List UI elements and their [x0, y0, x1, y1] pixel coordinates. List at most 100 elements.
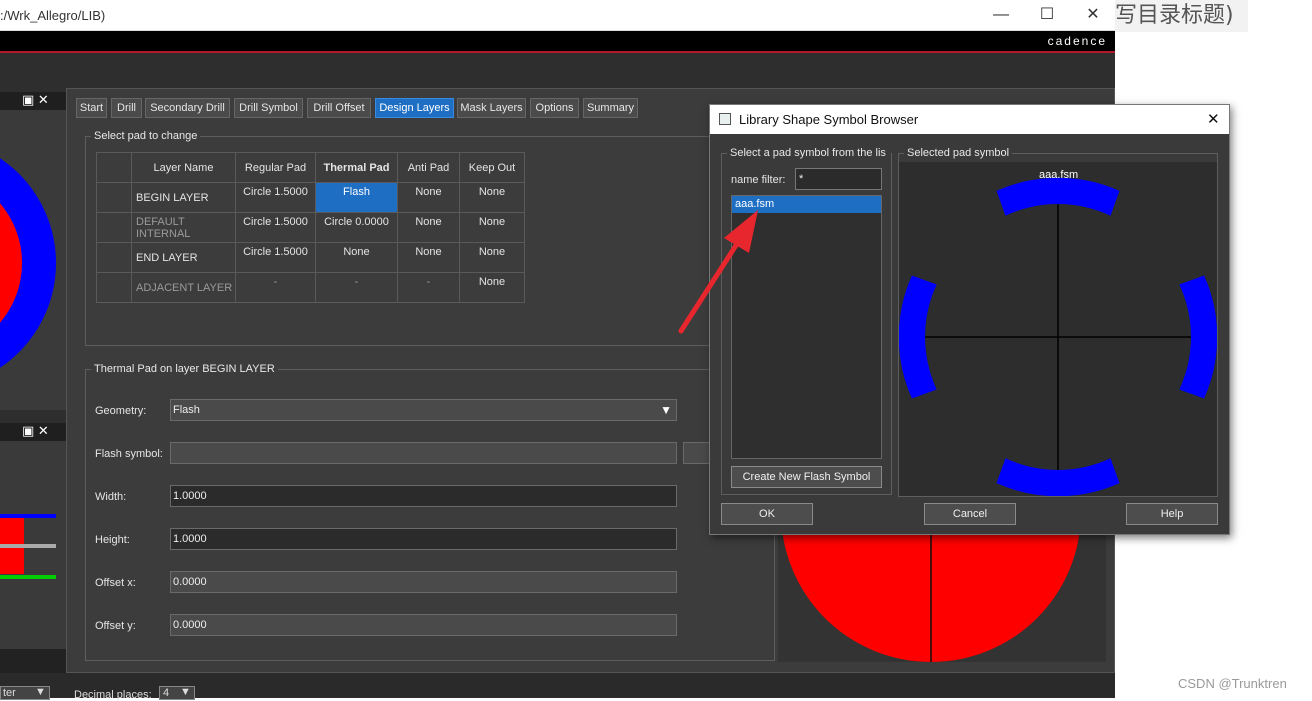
create-new-flash-symbol-button[interactable]: Create New Flash Symbol: [731, 466, 882, 488]
pad-preview-left-svg: [0, 158, 56, 368]
panel-1-buttons[interactable]: ▣ ✕: [22, 92, 49, 108]
cancel-button[interactable]: Cancel: [924, 503, 1016, 525]
name-filter-label: name filter:: [731, 174, 786, 186]
name-filter-input[interactable]: *: [795, 168, 882, 190]
layer-name-cell[interactable]: END LAYER: [131, 242, 236, 273]
table-row[interactable]: END LAYER Circle 1.5000 None None None: [96, 242, 525, 273]
decimal-places-value: 4: [163, 687, 170, 699]
height-label: Height:: [95, 534, 130, 546]
width-input[interactable]: 1.0000: [170, 485, 677, 507]
thermal-pad-cell[interactable]: Circle 0.0000: [315, 212, 398, 243]
thermal-pad-group-title: Thermal Pad on layer BEGIN LAYER: [91, 363, 278, 375]
regular-pad-cell[interactable]: Circle 1.5000: [235, 182, 316, 213]
minimize-button[interactable]: —: [978, 4, 1024, 26]
row-header[interactable]: [96, 212, 132, 243]
annotation-arrow: [678, 210, 758, 334]
keep-out-cell[interactable]: None: [459, 242, 525, 273]
chevron-down-icon: ▼: [660, 403, 672, 417]
flash-symbol-svg: [898, 177, 1218, 497]
column-header: Keep Out: [459, 152, 525, 183]
tab-start[interactable]: Start: [76, 98, 107, 118]
layer-name-cell[interactable]: ADJACENT LAYER: [131, 272, 236, 303]
layer-bar-gray: [0, 544, 56, 548]
units-select-value: ter: [3, 687, 16, 699]
symbol-preview-name: aaa.fsm: [1039, 169, 1079, 181]
geometry-value: Flash: [173, 404, 200, 416]
left-panel-1-canvas: [0, 110, 66, 410]
layer-bar-green: [0, 575, 56, 579]
library-browser-title: Library Shape Symbol Browser: [739, 112, 919, 127]
select-pad-group-title: Select pad to change: [91, 130, 201, 142]
anti-pad-cell[interactable]: None: [397, 182, 460, 213]
table-row[interactable]: DEFAULT INTERNAL Circle 1.5000 Circle 0.…: [96, 212, 525, 243]
watermark: CSDN @Trunktren: [1178, 676, 1287, 691]
help-button[interactable]: Help: [1126, 503, 1218, 525]
cadence-logo: cadence: [1047, 34, 1107, 48]
row-header[interactable]: [96, 272, 132, 303]
cadence-brand-bar: cadence: [0, 31, 1115, 53]
table-header-row: Layer Name Regular Pad Thermal Pad Anti …: [96, 152, 525, 183]
offset-x-input[interactable]: 0.0000: [170, 571, 677, 593]
thermal-pad-cell[interactable]: None: [315, 242, 398, 273]
close-button[interactable]: ✕: [1070, 4, 1116, 26]
height-input[interactable]: 1.0000: [170, 528, 677, 550]
tab-summary[interactable]: Summary: [583, 98, 638, 118]
tab-secondary-drill[interactable]: Secondary Drill: [145, 98, 230, 118]
column-header: Thermal Pad: [315, 152, 398, 183]
arrow-head: [724, 210, 758, 253]
decimal-places-label: Decimal places:: [74, 689, 152, 701]
selected-symbol-group-title: Selected pad symbol: [904, 147, 1013, 159]
column-header: Layer Name: [131, 152, 236, 183]
regular-pad-cell[interactable]: -: [235, 272, 316, 303]
close-icon[interactable]: ✕: [1207, 110, 1220, 128]
column-header: Anti Pad: [397, 152, 460, 183]
table-row[interactable]: ADJACENT LAYER - - - None: [96, 272, 525, 303]
regular-pad-cell[interactable]: Circle 1.5000: [235, 212, 316, 243]
arrow-shaft: [678, 233, 745, 334]
tab-design-layers[interactable]: Design Layers: [375, 98, 454, 118]
column-header: Regular Pad: [235, 152, 316, 183]
row-header[interactable]: [96, 242, 132, 273]
anti-pad-cell[interactable]: None: [397, 242, 460, 273]
bottom-status-bar: ter ▼ Decimal places: 4 ▼: [0, 673, 1115, 701]
left-panel-2-header: ▣ ✕: [0, 423, 66, 441]
tab-drill[interactable]: Drill: [111, 98, 142, 118]
thermal-pad-cell[interactable]: Flash: [315, 182, 398, 213]
symbol-list-group-title: Select a pad symbol from the lis: [727, 147, 891, 159]
offset-y-input[interactable]: 0.0000: [170, 614, 677, 636]
thermal-pad-cell[interactable]: -: [315, 272, 398, 303]
ok-button[interactable]: OK: [721, 503, 813, 525]
layer-name-cell[interactable]: DEFAULT INTERNAL: [131, 212, 236, 243]
row-header[interactable]: [96, 182, 132, 213]
geometry-label: Geometry:: [95, 405, 147, 417]
chevron-down-icon: ▼: [35, 686, 46, 698]
keep-out-cell[interactable]: None: [459, 182, 525, 213]
table-row[interactable]: BEGIN LAYER Circle 1.5000 Flash None Non…: [96, 182, 525, 213]
left-panel-1-header: ▣ ✕: [0, 92, 66, 110]
flash-symbol-label: Flash symbol:: [95, 448, 163, 460]
keep-out-cell[interactable]: None: [459, 212, 525, 243]
anti-pad-cell[interactable]: -: [397, 272, 460, 303]
library-browser-titlebar: Library Shape Symbol Browser ✕: [710, 105, 1229, 134]
dialog-app-icon: [719, 113, 731, 125]
tab-options[interactable]: Options: [530, 98, 579, 118]
chevron-down-icon: ▼: [180, 686, 191, 698]
regular-pad-cell[interactable]: Circle 1.5000: [235, 242, 316, 273]
tab-drill-offset[interactable]: Drill Offset: [307, 98, 371, 118]
keep-out-cell[interactable]: None: [459, 272, 525, 303]
blog-heading-fragment: 写目录标题): [1115, 0, 1248, 32]
maximize-button[interactable]: ☐: [1024, 4, 1070, 26]
panel-2-buttons[interactable]: ▣ ✕: [22, 423, 49, 439]
tab-drill-symbol[interactable]: Drill Symbol: [234, 98, 303, 118]
layer-bar-blue: [0, 514, 56, 518]
offset-y-label: Offset y:: [95, 620, 136, 632]
layer-name-cell[interactable]: BEGIN LAYER: [131, 182, 236, 213]
row-header-corner: [96, 152, 132, 183]
flash-symbol-input[interactable]: [170, 442, 677, 464]
left-panel-2-canvas: [0, 441, 66, 649]
anti-pad-cell[interactable]: None: [397, 212, 460, 243]
window-titlebar: :/Wrk_Allegro/LIB) — ☐ ✕: [0, 0, 1115, 31]
width-label: Width:: [95, 491, 127, 503]
geometry-select[interactable]: Flash ▼: [170, 399, 677, 421]
tab-mask-layers[interactable]: Mask Layers: [457, 98, 526, 118]
